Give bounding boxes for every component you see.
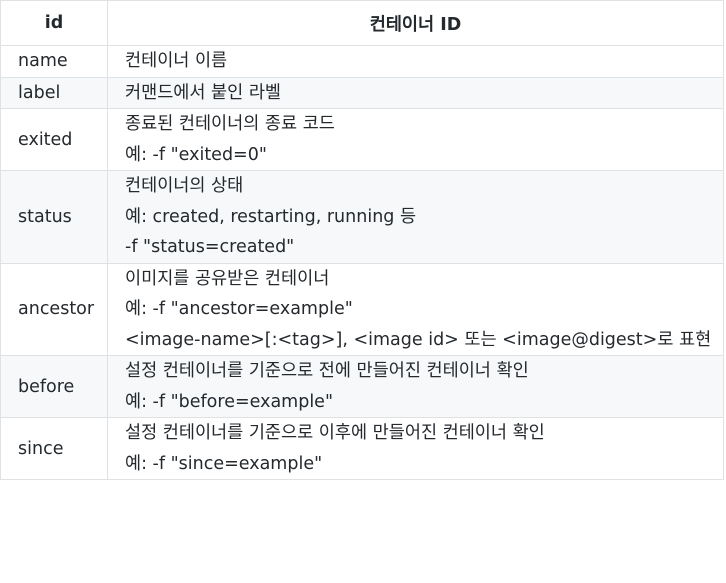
row-key: label [0, 76, 108, 109]
description-line: 예: -f "ancestor=example" [125, 299, 353, 319]
description-line: 예: -f "since=example" [125, 453, 323, 474]
row-key: exited [0, 108, 108, 171]
row-key: before [0, 355, 108, 418]
row-description: 컨테이너의 상태 예: created, restarting, running… [107, 170, 724, 264]
table-row: name 컨테이너 이름 [0, 45, 724, 78]
table-row: before 설정 컨테이너를 기준으로 전에 만들어진 컨테이너 확인 예: … [0, 355, 724, 418]
header-id: id [0, 0, 108, 46]
description-line: 예: -f "before=example" [125, 391, 334, 412]
table-row: since 설정 컨테이너를 기준으로 이후에 만들어진 컨테이너 확인 예: … [0, 417, 724, 480]
header-container-id: 컨테이너 ID [107, 0, 724, 46]
row-key: since [0, 417, 108, 480]
table-row: status 컨테이너의 상태 예: created, restarting, … [0, 170, 724, 264]
description-line: 종료된 컨테이너의 종료 코드 [125, 114, 335, 134]
row-description: 커맨드에서 붙인 라벨 [107, 76, 724, 109]
description-line: 설정 컨테이너를 기준으로 전에 만들어진 컨테이너 확인 [125, 361, 529, 381]
row-description: 설정 컨테이너를 기준으로 전에 만들어진 컨테이너 확인 예: -f "bef… [107, 355, 724, 418]
description-line: 설정 컨테이너를 기준으로 이후에 만들어진 컨테이너 확인 [125, 423, 545, 443]
row-key: status [0, 170, 108, 264]
table-row: ancestor 이미지를 공유받은 컨테이너 예: -f "ancestor=… [0, 262, 724, 356]
table-row: label 커맨드에서 붙인 라벨 [0, 76, 724, 109]
row-description: 이미지를 공유받은 컨테이너 예: -f "ancestor=example" … [107, 262, 724, 356]
description-line: 이미지를 공유받은 컨테이너 [125, 268, 330, 289]
row-description: 종료된 컨테이너의 종료 코드 예: -f "exited=0" [107, 108, 724, 171]
row-key: ancestor [0, 262, 108, 356]
filter-table: id 컨테이너 ID name 컨테이너 이름 label 커맨드에서 붙인 라… [0, 0, 724, 480]
table-row: exited 종료된 컨테이너의 종료 코드 예: -f "exited=0" [0, 108, 724, 171]
description-line: 컨테이너 이름 [125, 51, 228, 71]
row-description: 컨테이너 이름 [107, 45, 724, 78]
description-line: 예: created, restarting, running 등 [125, 206, 417, 227]
row-description: 설정 컨테이너를 기준으로 이후에 만들어진 컨테이너 확인 예: -f "si… [107, 417, 724, 480]
row-key: name [0, 45, 108, 78]
description-line: <image-name>[:<tag>], <image id> 또는 <ima… [125, 329, 712, 350]
description-line: -f "status=created" [125, 237, 295, 257]
description-line: 예: -f "exited=0" [125, 144, 267, 165]
description-line: 커맨드에서 붙인 라벨 [125, 82, 282, 103]
table-header-row: id 컨테이너 ID [0, 0, 724, 46]
description-line: 컨테이너의 상태 [125, 176, 244, 196]
